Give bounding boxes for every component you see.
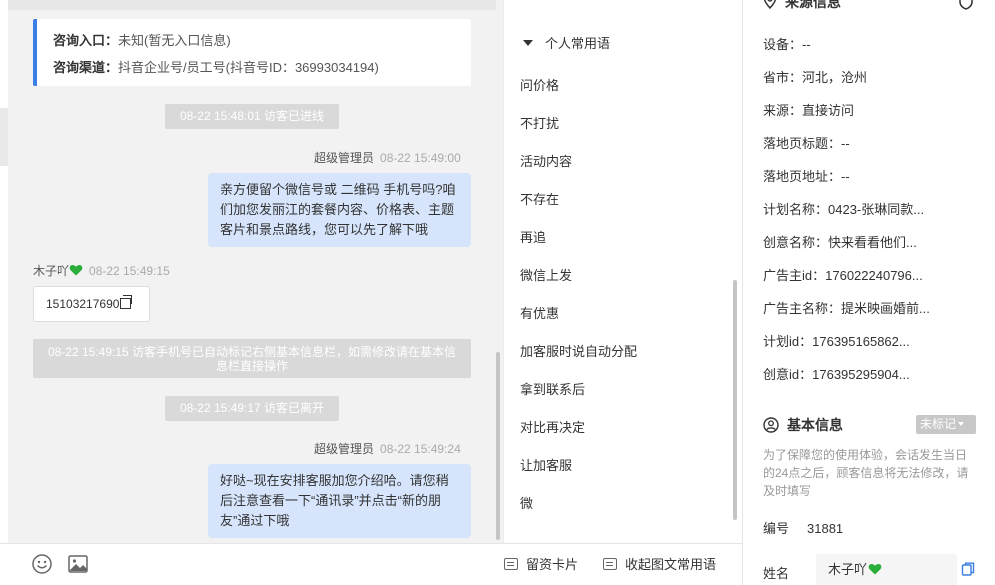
collapse-phrases-button[interactable]: 收起图文常用语 <box>603 556 716 574</box>
image-icon[interactable] <box>67 553 89 575</box>
source-row-advertiser-name: 广告主名称：提米映画婚前... <box>763 301 930 316</box>
copy-icon[interactable] <box>120 295 133 309</box>
basic-title-text: 基本信息 <box>787 417 843 433</box>
agent-name: 超级管理员 <box>314 151 375 165</box>
name-value: 木子吖 <box>828 562 868 577</box>
basic-info-title: 基本信息 <box>763 415 843 435</box>
phrase-item[interactable]: 有优惠 <box>520 303 559 322</box>
card-icon <box>504 558 518 570</box>
entrance-value: 未知(暂无入口信息) <box>118 33 231 48</box>
message-time: 08-22 15:49:15 <box>89 264 170 278</box>
green-heart-icon <box>868 564 882 575</box>
edit-notice: 为了保障您的使用体验，会话发生当日的24点之后，顾客信息将无法修改，请及时填写 <box>763 448 969 498</box>
id-label: 编号 <box>763 521 790 536</box>
system-message-phone: 08-22 15:49:15 访客手机号已自动标记右侧基本信息栏，如需修改请在基… <box>33 339 471 378</box>
visitor-phone: 15103217690 <box>46 297 120 311</box>
collapse-phrases-label: 收起图文常用语 <box>625 557 717 572</box>
phrase-item[interactable]: 不打扰 <box>520 113 559 132</box>
user-circle-icon <box>763 417 779 433</box>
chat-scrollbar[interactable] <box>496 352 500 540</box>
agent-meta-2: 超级管理员 08-22 15:49:24 <box>314 440 461 457</box>
phrase-item[interactable]: 问价格 <box>520 75 559 94</box>
phrase-item[interactable]: 微信上发 <box>520 265 572 284</box>
name-field[interactable]: 木子吖 <box>816 554 957 585</box>
system-message-leave: 08-22 15:49:17 访客已离开 <box>165 396 339 421</box>
channel-label: 咨询渠道： <box>53 60 119 75</box>
keep-card-label: 留资卡片 <box>526 557 579 572</box>
phrase-item[interactable]: 微 <box>520 493 533 512</box>
entry-line: 咨询入口：未知(暂无入口信息) <box>53 27 471 54</box>
channel-line: 咨询渠道：抖音企业号/员工号(抖音号ID：36993034194) <box>53 54 471 81</box>
visitor-meta: 木子吖 08-22 15:49:15 <box>33 262 170 279</box>
tag-dropdown[interactable]: 未标记 <box>916 415 976 434</box>
source-row-city: 省市：河北，沧州 <box>763 70 868 85</box>
tag-value: 未标记 <box>920 417 957 431</box>
source-row-landing-title: 落地页标题：-- <box>763 136 850 151</box>
source-row-origin: 来源：直接访问 <box>763 103 855 118</box>
chat-toolbar: 留资卡片 收起图文常用语 <box>0 543 742 585</box>
source-row-plan-name: 计划名称：0423-张琳同款... <box>763 202 925 217</box>
phrase-item[interactable]: 不存在 <box>520 189 559 208</box>
entry-info-card: 咨询入口：未知(暂无入口信息) 咨询渠道：抖音企业号/员工号(抖音号ID：369… <box>33 19 471 86</box>
message-icon <box>603 558 617 570</box>
channel-value: 抖音企业号/员工号(抖音号ID：36993034194) <box>118 60 379 75</box>
phrase-item[interactable]: 让加客服 <box>520 455 572 474</box>
location-pin-icon <box>763 0 777 10</box>
phrases-scrollbar[interactable] <box>733 280 737 520</box>
phrase-item[interactable]: 加客服时说自动分配 <box>520 341 637 360</box>
chat-area[interactable]: 咨询入口：未知(暂无入口信息) 咨询渠道：抖音企业号/员工号(抖音号ID：369… <box>0 0 503 543</box>
phrase-item[interactable]: 活动内容 <box>520 151 572 170</box>
chat-workspace: 咨询入口：未知(暂无入口信息) 咨询渠道：抖音企业号/员工号(抖音号ID：369… <box>0 0 995 585</box>
caret-down-icon <box>958 422 965 426</box>
source-row-landing-url: 落地页地址：-- <box>763 169 850 184</box>
message-time: 08-22 15:49:24 <box>380 442 461 456</box>
source-info-title: 来源信息 <box>763 0 841 12</box>
source-row-advertiser-id: 广告主id：176022240796... <box>763 268 923 283</box>
agent-message-bubble-2: 好哒~现在安排客服加您介绍哈。请您稍后注意查看一下“通讯录”并点击“新的朋友”通… <box>208 464 471 538</box>
agent-name: 超级管理员 <box>314 442 375 456</box>
visitor-info-panel: 来源信息 设备：-- 省市：河北，沧州 来源：直接访问 落地页标题：-- 落地页… <box>743 0 995 585</box>
phrases-group-title: 个人常用语 <box>545 36 611 51</box>
shield-icon[interactable] <box>958 0 974 10</box>
phrase-item[interactable]: 再追 <box>520 227 546 246</box>
phrase-item[interactable]: 拿到联系后 <box>520 379 585 398</box>
phrase-item[interactable]: 对比再决定 <box>520 417 585 436</box>
system-message-enter: 08-22 15:48:01 访客已进线 <box>165 104 339 129</box>
agent-meta-1: 超级管理员 08-22 15:49:00 <box>314 149 461 166</box>
entrance-label: 咨询入口： <box>53 33 119 48</box>
message-time: 08-22 15:49:00 <box>380 151 461 165</box>
left-strip <box>0 0 8 543</box>
keep-card-button[interactable]: 留资卡片 <box>504 556 578 574</box>
chat-top-bar <box>8 0 496 10</box>
id-row: 编号 31881 <box>763 518 843 537</box>
source-row-device: 设备：-- <box>763 37 811 52</box>
common-phrases-panel: 个人常用语 问价格 不打扰 活动内容 不存在 再追 微信上发 有优惠 加客服时说… <box>503 0 743 543</box>
visitor-phone-message[interactable]: 15103217690 <box>33 286 150 322</box>
emoji-icon[interactable] <box>31 553 53 575</box>
agent-message-bubble-1: 亲方便留个微信号或 二维码 手机号吗?咱们加您发丽江的套餐内容、价格表、主题客片… <box>208 173 471 247</box>
source-row-plan-id: 计划id：176395165862... <box>763 334 910 349</box>
source-row-creative-id: 创意id：176395295904... <box>763 367 910 382</box>
caret-down-icon <box>523 40 533 46</box>
copy-icon[interactable] <box>961 562 975 576</box>
green-heart-icon <box>69 265 83 276</box>
visitor-name: 木子吖 <box>33 264 70 278</box>
source-title-text: 来源信息 <box>785 0 841 10</box>
name-label: 姓名 <box>763 566 790 581</box>
phrases-group-toggle[interactable]: 个人常用语 <box>523 33 610 52</box>
source-row-creative-name: 创意名称：快来看看他们... <box>763 235 917 250</box>
id-value: 31881 <box>807 521 844 536</box>
